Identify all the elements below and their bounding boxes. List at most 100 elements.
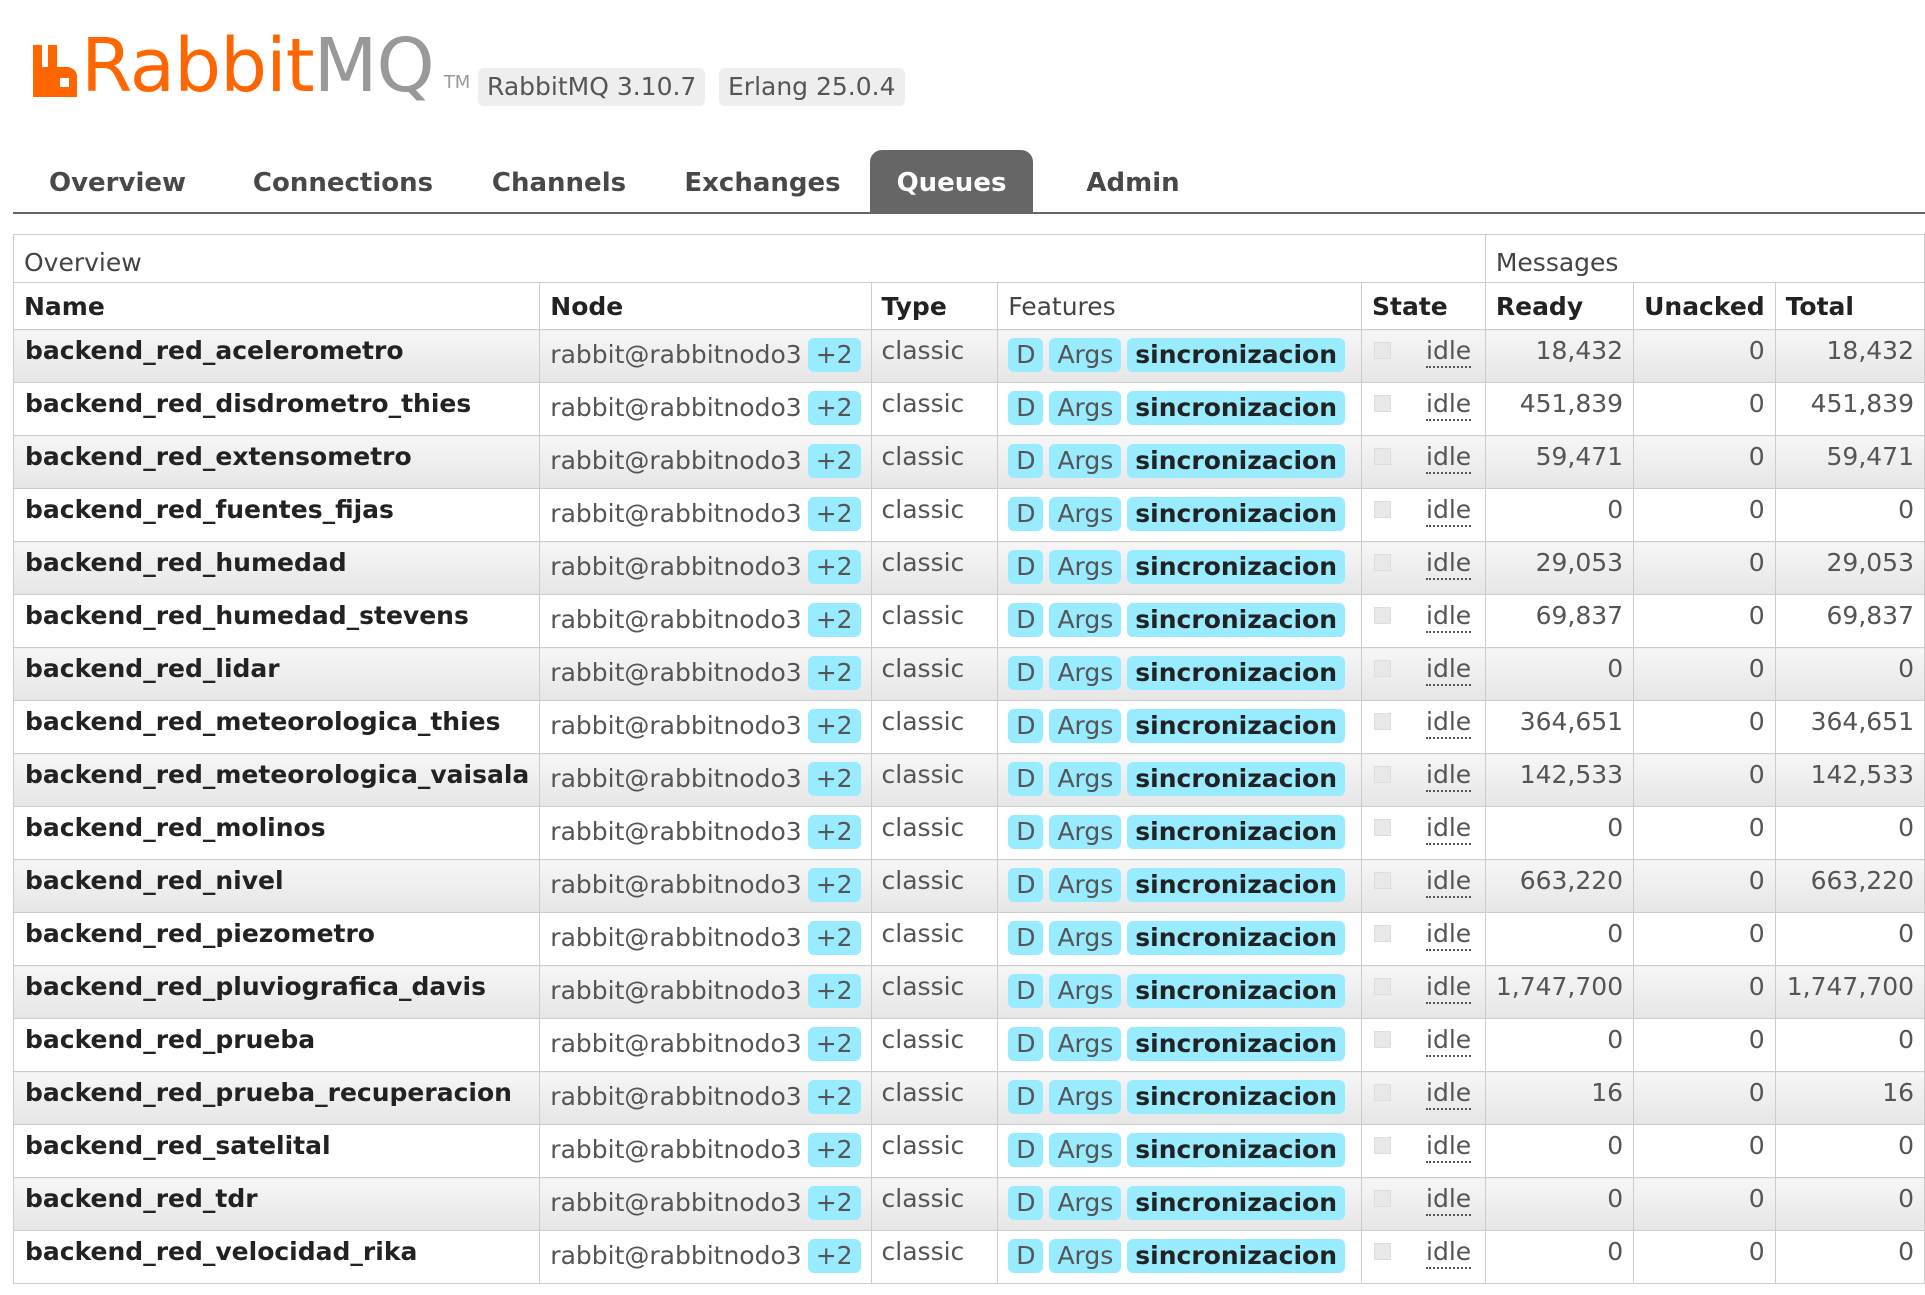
queue-name-link[interactable]: backend_red_acelerometro	[25, 336, 404, 365]
features-cell: D Args sincronizacion	[997, 700, 1363, 754]
total-count: 142,533	[1774, 753, 1925, 807]
policy-badge[interactable]: sincronizacion	[1127, 444, 1346, 478]
state-text: idle	[1426, 601, 1472, 633]
type-cell: classic	[870, 859, 999, 913]
state-cell: idle	[1361, 912, 1486, 966]
policy-badge[interactable]: sincronizacion	[1127, 709, 1346, 743]
policy-badge[interactable]: sincronizacion	[1127, 921, 1346, 955]
tab-overview[interactable]: Overview	[25, 150, 210, 212]
tab-queues[interactable]: Queues	[870, 150, 1033, 212]
node-cell: rabbit@rabbitnodo3 +2	[539, 435, 872, 489]
node-cell: rabbit@rabbitnodo3 +2	[539, 859, 872, 913]
state-text: idle	[1426, 1025, 1472, 1057]
queue-name-cell: backend_red_disdrometro_thies	[12, 382, 541, 436]
unacked-count: 0	[1633, 859, 1776, 913]
ready-count: 0	[1484, 1230, 1635, 1284]
tab-admin[interactable]: Admin	[1058, 150, 1208, 212]
mirror-nodes-badge: +2	[807, 550, 861, 584]
type-cell: classic	[870, 965, 999, 1019]
queue-name-link[interactable]: backend_red_velocidad_rika	[25, 1237, 417, 1266]
queue-name-link[interactable]: backend_red_humedad	[25, 548, 347, 577]
state-text: idle	[1426, 972, 1472, 1004]
feature-badge: Args	[1049, 815, 1122, 849]
policy-badge[interactable]: sincronizacion	[1127, 550, 1346, 584]
node-name: rabbit@rabbitnodo3	[550, 605, 802, 634]
queue-name-link[interactable]: backend_red_meteorologica_vaisala	[25, 760, 529, 789]
column-header-ready[interactable]: Ready	[1484, 282, 1635, 330]
node-name: rabbit@rabbitnodo3	[550, 923, 802, 952]
unacked-count: 0	[1633, 753, 1776, 807]
policy-badge[interactable]: sincronizacion	[1127, 1239, 1346, 1273]
state-cell: idle	[1361, 700, 1486, 754]
tab-exchanges[interactable]: Exchanges	[667, 150, 858, 212]
queue-name-link[interactable]: backend_red_extensometro	[25, 442, 412, 471]
node-name: rabbit@rabbitnodo3	[550, 1241, 802, 1270]
tab-connections[interactable]: Connections	[234, 150, 452, 212]
feature-badge: D	[1008, 974, 1044, 1008]
queue-name-link[interactable]: backend_red_meteorologica_thies	[25, 707, 501, 736]
state-indicator-icon	[1374, 1190, 1392, 1207]
group-header-overview: Overview	[13, 234, 1486, 283]
features-cell: D Args sincronizacion	[997, 435, 1363, 489]
ready-count: 0	[1484, 488, 1635, 542]
queue-name-link[interactable]: backend_red_prueba_recuperacion	[25, 1078, 512, 1107]
policy-badge[interactable]: sincronizacion	[1127, 391, 1346, 425]
state-indicator-icon	[1374, 607, 1392, 624]
queue-name-link[interactable]: backend_red_piezometro	[25, 919, 375, 948]
queue-name-link[interactable]: backend_red_nivel	[25, 866, 284, 895]
total-count: 59,471	[1774, 435, 1925, 489]
column-header-name[interactable]: Name	[12, 282, 541, 330]
policy-badge[interactable]: sincronizacion	[1127, 603, 1346, 637]
node-cell: rabbit@rabbitnodo3 +2	[539, 1230, 872, 1284]
queue-name-link[interactable]: backend_red_pluviografica_davis	[25, 972, 486, 1001]
queue-name-link[interactable]: backend_red_fuentes_fijas	[25, 495, 394, 524]
queue-name-cell: backend_red_fuentes_fijas	[12, 488, 541, 542]
node-name: rabbit@rabbitnodo3	[550, 976, 802, 1005]
policy-badge[interactable]: sincronizacion	[1127, 1080, 1346, 1114]
policy-badge[interactable]: sincronizacion	[1127, 497, 1346, 531]
node-name: rabbit@rabbitnodo3	[550, 499, 802, 528]
queue-name-link[interactable]: backend_red_disdrometro_thies	[25, 389, 471, 418]
tab-channels[interactable]: Channels	[475, 150, 643, 212]
policy-badge[interactable]: sincronizacion	[1127, 338, 1346, 372]
node-name: rabbit@rabbitnodo3	[550, 1135, 802, 1164]
policy-badge[interactable]: sincronizacion	[1127, 1027, 1346, 1061]
queue-name-cell: backend_red_satelital	[12, 1124, 541, 1178]
table-row: backend_red_disdrometro_thies rabbit@rabb…	[12, 382, 1925, 436]
features-cell: D Args sincronizacion	[997, 382, 1363, 436]
column-header-state[interactable]: State	[1361, 282, 1486, 330]
policy-badge[interactable]: sincronizacion	[1127, 762, 1346, 796]
features-cell: D Args sincronizacion	[997, 912, 1363, 966]
column-header-node[interactable]: Node	[539, 282, 872, 330]
rabbitmq-logo[interactable]: RabbitMQ TM	[33, 25, 470, 107]
mirror-nodes-badge: +2	[807, 815, 861, 849]
queue-name-link[interactable]: backend_red_prueba	[25, 1025, 315, 1054]
column-header-total[interactable]: Total	[1774, 282, 1925, 330]
queue-name-link[interactable]: backend_red_molinos	[25, 813, 326, 842]
column-header-unacked[interactable]: Unacked	[1633, 282, 1776, 330]
feature-badge: Args	[1049, 1080, 1122, 1114]
state-cell: idle	[1361, 1230, 1486, 1284]
policy-badge[interactable]: sincronizacion	[1127, 974, 1346, 1008]
queue-name-link[interactable]: backend_red_lidar	[25, 654, 280, 683]
policy-badge[interactable]: sincronizacion	[1127, 1133, 1346, 1167]
type-cell: classic	[870, 488, 999, 542]
queue-name-link[interactable]: backend_red_satelital	[25, 1131, 331, 1160]
policy-badge[interactable]: sincronizacion	[1127, 656, 1346, 690]
queue-name-link[interactable]: backend_red_humedad_stevens	[25, 601, 469, 630]
features-cell: D Args sincronizacion	[997, 1230, 1363, 1284]
total-count: 0	[1774, 1230, 1925, 1284]
feature-badge: Args	[1049, 550, 1122, 584]
feature-badge: Args	[1049, 762, 1122, 796]
policy-badge[interactable]: sincronizacion	[1127, 815, 1346, 849]
logo-trademark: TM	[443, 72, 471, 93]
queue-name-link[interactable]: backend_red_tdr	[25, 1184, 258, 1213]
state-text: idle	[1426, 389, 1472, 421]
ready-count: 16	[1484, 1071, 1635, 1125]
column-header-type[interactable]: Type	[870, 282, 999, 330]
ready-count: 142,533	[1484, 753, 1635, 807]
policy-badge[interactable]: sincronizacion	[1127, 1186, 1346, 1220]
policy-badge[interactable]: sincronizacion	[1127, 868, 1346, 902]
total-count: 0	[1774, 1124, 1925, 1178]
table-row: backend_red_tdr rabbit@rabbitnodo3 +2 class…	[12, 1177, 1925, 1231]
